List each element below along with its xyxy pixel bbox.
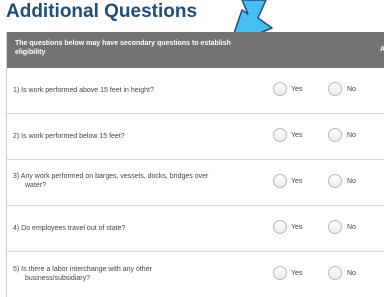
question-row: 1) Is work performed above 15 feet in he… (7, 68, 384, 114)
questions-panel: The questions below may have secondary q… (6, 32, 384, 297)
yes-label: Yes (291, 178, 303, 185)
no-radio[interactable] (328, 128, 342, 142)
yes-label: Yes (291, 132, 303, 139)
yes-radio[interactable] (273, 174, 287, 188)
panel-header-text: The questions below may have secondary q… (15, 40, 231, 56)
no-label: No (347, 86, 356, 93)
yes-radio[interactable] (273, 128, 287, 142)
page-title: Additional Questions (6, 1, 198, 22)
yes-label: Yes (291, 270, 303, 277)
panel-header: The questions below may have secondary q… (7, 32, 384, 68)
question-text: 3) Any work performed on barges, vessels… (13, 172, 249, 190)
question-row: 2) Is work performed below 15 feet? Yes … (7, 114, 384, 160)
no-label: No (347, 132, 356, 139)
no-radio[interactable] (328, 220, 342, 234)
yes-radio[interactable] (273, 220, 287, 234)
no-radio[interactable] (328, 174, 342, 188)
question-line-continuation: business/subsidiary? (25, 275, 90, 282)
no-radio[interactable] (328, 266, 342, 280)
question-line: 5) Is there a labor interchange with any… (13, 266, 152, 273)
question-row: 4) Do employees travel out of state? Yes… (7, 206, 384, 252)
question-text: 4) Do employees travel out of state? (13, 224, 249, 233)
question-text: 2) Is work performed below 15 feet? (13, 132, 249, 141)
question-row: 3) Any work performed on barges, vessels… (7, 160, 384, 206)
no-label: No (347, 178, 356, 185)
question-line: 4) Do employees travel out of state? (13, 225, 126, 232)
panel-header-right: A (379, 46, 384, 53)
question-text: 5) Is there a labor interchange with any… (13, 265, 249, 283)
question-line-continuation: water? (25, 182, 47, 189)
yes-radio[interactable] (273, 82, 287, 96)
question-line: 3) Any work performed on barges, vessels… (13, 173, 209, 180)
question-line: 2) Is work performed below 15 feet? (13, 133, 125, 140)
question-text: 1) Is work performed above 15 feet in he… (13, 86, 249, 95)
no-label: No (347, 270, 356, 277)
question-line: 1) Is work performed above 15 feet in he… (13, 87, 154, 94)
yes-radio[interactable] (273, 266, 287, 280)
yes-label: Yes (291, 86, 303, 93)
no-label: No (347, 224, 356, 231)
question-row: 5) Is there a labor interchange with any… (7, 252, 384, 297)
no-radio[interactable] (328, 82, 342, 96)
yes-label: Yes (291, 224, 303, 231)
